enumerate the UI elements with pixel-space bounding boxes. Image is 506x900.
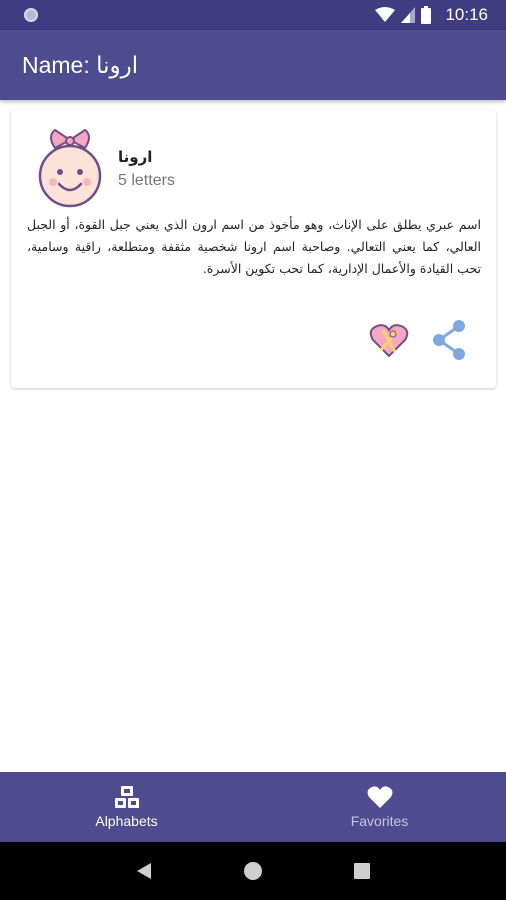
nav-alphabets[interactable]: Alphabets (0, 772, 253, 842)
blocks-icon (114, 786, 139, 808)
nav-label-favorites: Favorites (350, 813, 409, 829)
bottom-nav: Alphabets Favorites (0, 772, 506, 842)
status-bar: 10:16 (0, 0, 506, 30)
name-description: اسم عبري يطلق على الإناث، وهو مأخوذ من ا… (27, 217, 481, 276)
battery-icon (421, 6, 432, 24)
heart-gift-icon[interactable] (369, 320, 409, 360)
status-icons: 10:16 (375, 5, 488, 25)
notification-dot-icon (24, 8, 38, 22)
share-icon[interactable] (429, 318, 469, 362)
back-icon[interactable] (135, 861, 153, 881)
home-icon[interactable] (243, 861, 263, 881)
name-card: ارونا 5 letters اسم عبري يطلق على الإناث… (11, 110, 496, 388)
heart-icon (367, 786, 392, 808)
status-time: 10:16 (445, 5, 488, 24)
baby-girl-icon (38, 128, 102, 208)
name-title: ارونا (118, 148, 153, 166)
signal-icon (401, 7, 416, 23)
system-nav-bar (0, 842, 506, 900)
page-title: Name: ارونا (22, 51, 139, 78)
letter-count: 5 letters (118, 172, 175, 189)
app-bar: Name: ارونا (0, 30, 506, 100)
nav-favorites[interactable]: Favorites (253, 772, 506, 842)
nav-label-alphabets: Alphabets (95, 813, 158, 829)
wifi-icon (375, 7, 396, 22)
recents-icon[interactable] (353, 862, 371, 880)
